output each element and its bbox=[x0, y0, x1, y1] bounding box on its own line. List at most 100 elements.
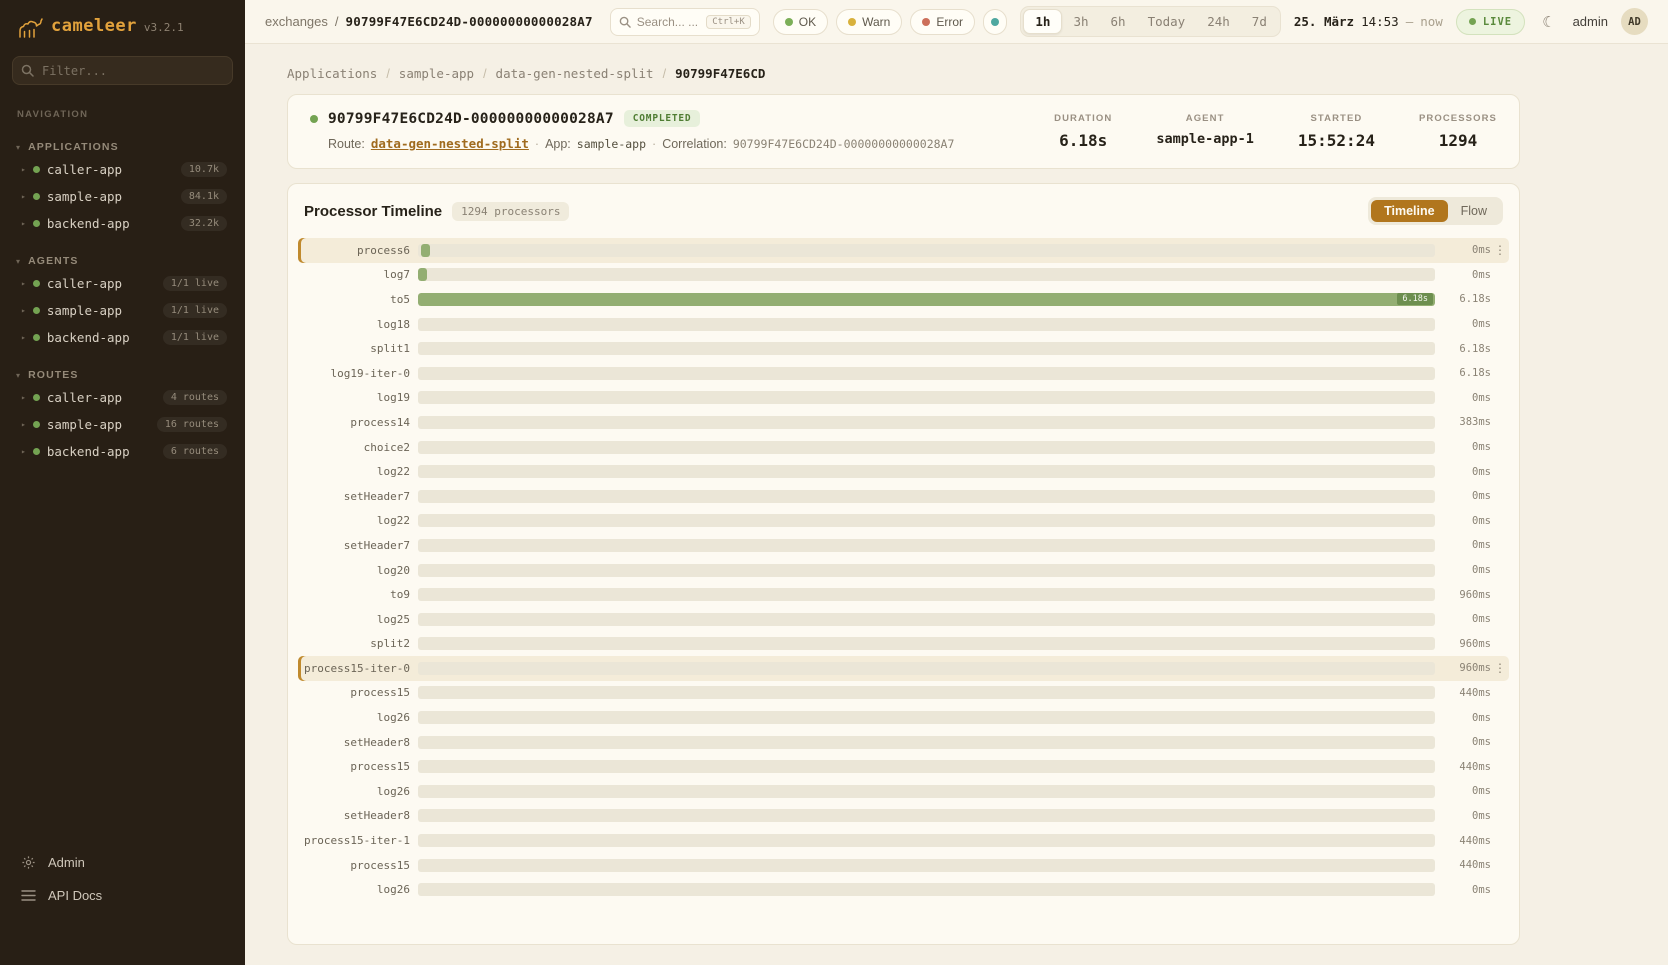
timeline-bar-track bbox=[418, 441, 1435, 454]
sidebar-section-header[interactable]: ▾APPLICATIONS bbox=[12, 139, 233, 155]
app-root: cameleer v3.2.1 NAVIGATION ▾APPLICATIONS… bbox=[0, 0, 1668, 965]
processor-duration: 0ms bbox=[1443, 244, 1491, 256]
timeline-row[interactable]: process15-iter-0960ms⋮ bbox=[298, 656, 1509, 681]
stat-value: 15:52:24 bbox=[1298, 131, 1375, 150]
timeline-row[interactable]: log220ms⋮ bbox=[298, 459, 1509, 484]
filter-chip-extra[interactable] bbox=[983, 9, 1007, 35]
sidebar-item-backend-app[interactable]: ▸backend-app1/1 live bbox=[12, 325, 233, 350]
sidebar-item-admin[interactable]: Admin bbox=[12, 849, 233, 876]
timeline-row[interactable]: process15-iter-1440ms⋮ bbox=[298, 828, 1509, 853]
timeline-row[interactable]: log180ms⋮ bbox=[298, 312, 1509, 337]
processor-duration: 0ms bbox=[1443, 810, 1491, 822]
timeline-row[interactable]: log70ms⋮ bbox=[298, 263, 1509, 288]
processor-duration: 0ms bbox=[1443, 539, 1491, 551]
range-button-6h[interactable]: 6h bbox=[1100, 9, 1137, 34]
timeline-row[interactable]: log260ms⋮ bbox=[298, 705, 1509, 730]
sidebar-item-api-docs[interactable]: API Docs bbox=[12, 882, 233, 909]
range-button-7d[interactable]: 7d bbox=[1241, 9, 1278, 34]
timeline-bar-track bbox=[418, 637, 1435, 650]
timeline-row[interactable]: setHeader80ms⋮ bbox=[298, 730, 1509, 755]
filter-chip-ok[interactable]: OK bbox=[773, 9, 828, 35]
status-badge: COMPLETED bbox=[624, 110, 701, 127]
sidebar-item-caller-app[interactable]: ▸caller-app4 routes bbox=[12, 385, 233, 410]
processor-duration: 960ms bbox=[1443, 589, 1491, 601]
route-link[interactable]: data-gen-nested-split bbox=[371, 136, 529, 151]
sidebar-filter-input[interactable] bbox=[12, 56, 233, 85]
timeline-row[interactable]: setHeader70ms⋮ bbox=[298, 533, 1509, 558]
sidebar-section-header[interactable]: ▾ROUTES bbox=[12, 367, 233, 383]
view-toggle-flow[interactable]: Flow bbox=[1448, 200, 1500, 222]
gear-icon bbox=[20, 855, 36, 870]
processor-name: log20 bbox=[298, 564, 410, 577]
sidebar-api-docs-label: API Docs bbox=[48, 888, 102, 903]
processor-duration: 440ms bbox=[1443, 859, 1491, 871]
processor-duration: 0ms bbox=[1443, 613, 1491, 625]
search-icon bbox=[21, 64, 34, 77]
sidebar-item-sample-app[interactable]: ▸sample-app16 routes bbox=[12, 412, 233, 437]
timeline-row[interactable]: to9960ms⋮ bbox=[298, 582, 1509, 607]
timeline-row[interactable]: split2960ms⋮ bbox=[298, 632, 1509, 657]
timeline-row[interactable]: log19-iter-06.18s⋮ bbox=[298, 361, 1509, 386]
filter-chip-warn[interactable]: Warn bbox=[836, 9, 902, 35]
stat-value: sample-app-1 bbox=[1156, 131, 1254, 147]
username-label: admin bbox=[1573, 14, 1608, 29]
timeline-bar-track bbox=[418, 686, 1435, 699]
timeline-row[interactable]: process15440ms⋮ bbox=[298, 754, 1509, 779]
exchange-summary-card: 90799F47E6CD24D-00000000000028A7 COMPLET… bbox=[287, 94, 1520, 169]
status-dot bbox=[991, 18, 999, 26]
status-dot bbox=[33, 448, 40, 455]
sidebar-item-backend-app[interactable]: ▸backend-app32.2k bbox=[12, 211, 233, 236]
timeline-row[interactable]: choice20ms⋮ bbox=[298, 435, 1509, 460]
timeline-row[interactable]: log250ms⋮ bbox=[298, 607, 1509, 632]
user-avatar[interactable]: AD bbox=[1621, 8, 1648, 35]
processor-duration: 0ms bbox=[1443, 564, 1491, 576]
timeline-row[interactable]: process60ms⋮ bbox=[298, 238, 1509, 263]
filter-chip-label: Error bbox=[936, 15, 963, 29]
timeline-row[interactable]: log200ms⋮ bbox=[298, 558, 1509, 583]
view-toggle-timeline[interactable]: Timeline bbox=[1371, 200, 1447, 222]
timeline-row[interactable]: log220ms⋮ bbox=[298, 509, 1509, 534]
breadcrumb-item[interactable]: Applications bbox=[287, 66, 377, 81]
timeline-row[interactable]: setHeader70ms⋮ bbox=[298, 484, 1509, 509]
timeline-row[interactable]: to56.18s6.18s⋮ bbox=[298, 287, 1509, 312]
timeline-row[interactable]: process14383ms⋮ bbox=[298, 410, 1509, 435]
time-range-group: 1h3h6hToday24h7d bbox=[1020, 6, 1280, 37]
timeline-row[interactable]: split16.18s⋮ bbox=[298, 336, 1509, 361]
sidebar-item-caller-app[interactable]: ▸caller-app10.7k bbox=[12, 157, 233, 182]
timeline-bar-track bbox=[418, 490, 1435, 503]
range-button-today[interactable]: Today bbox=[1137, 9, 1197, 34]
processor-name: setHeader7 bbox=[298, 490, 410, 503]
dark-mode-toggle[interactable]: ☾ bbox=[1538, 11, 1559, 33]
range-button-24h[interactable]: 24h bbox=[1196, 9, 1241, 34]
filter-chip-error[interactable]: Error bbox=[910, 9, 975, 35]
sidebar-item-label: caller-app bbox=[47, 162, 122, 177]
processor-name: log26 bbox=[298, 785, 410, 798]
time-range-display[interactable]: 25. März 14:53 — now bbox=[1294, 14, 1443, 29]
global-search[interactable]: Search... ... Ctrl+K bbox=[610, 8, 760, 36]
sidebar-item-backend-app[interactable]: ▸backend-app6 routes bbox=[12, 439, 233, 464]
sidebar-section-header[interactable]: ▾AGENTS bbox=[12, 253, 233, 269]
breadcrumb-section[interactable]: exchanges bbox=[265, 14, 328, 29]
exchange-stats: DURATION6.18sAGENTsample-app-1STARTED15:… bbox=[1054, 110, 1497, 150]
kebab-menu-icon[interactable]: ⋮ bbox=[1491, 661, 1509, 675]
moon-icon: ☾ bbox=[1542, 14, 1555, 31]
processor-duration: 6.18s bbox=[1443, 367, 1491, 379]
timeline-row[interactable]: log260ms⋮ bbox=[298, 877, 1509, 902]
range-button-1h[interactable]: 1h bbox=[1023, 9, 1062, 34]
timeline-row[interactable]: process15440ms⋮ bbox=[298, 681, 1509, 706]
live-toggle[interactable]: LIVE bbox=[1456, 9, 1525, 35]
breadcrumb-item[interactable]: sample-app bbox=[399, 66, 474, 81]
timeline-row[interactable]: setHeader80ms⋮ bbox=[298, 804, 1509, 829]
exchange-stat-agent: AGENTsample-app-1 bbox=[1156, 113, 1254, 150]
timeline-row[interactable]: process15440ms⋮ bbox=[298, 853, 1509, 878]
range-button-3h[interactable]: 3h bbox=[1062, 9, 1099, 34]
timeline-bar-track bbox=[418, 760, 1435, 773]
chevron-right-icon: ▸ bbox=[21, 192, 26, 201]
kebab-menu-icon[interactable]: ⋮ bbox=[1491, 243, 1509, 257]
timeline-row[interactable]: log260ms⋮ bbox=[298, 779, 1509, 804]
timeline-row[interactable]: log190ms⋮ bbox=[298, 386, 1509, 411]
sidebar-item-caller-app[interactable]: ▸caller-app1/1 live bbox=[12, 271, 233, 296]
breadcrumb-item[interactable]: data-gen-nested-split bbox=[496, 66, 654, 81]
sidebar-item-sample-app[interactable]: ▸sample-app1/1 live bbox=[12, 298, 233, 323]
sidebar-item-sample-app[interactable]: ▸sample-app84.1k bbox=[12, 184, 233, 209]
